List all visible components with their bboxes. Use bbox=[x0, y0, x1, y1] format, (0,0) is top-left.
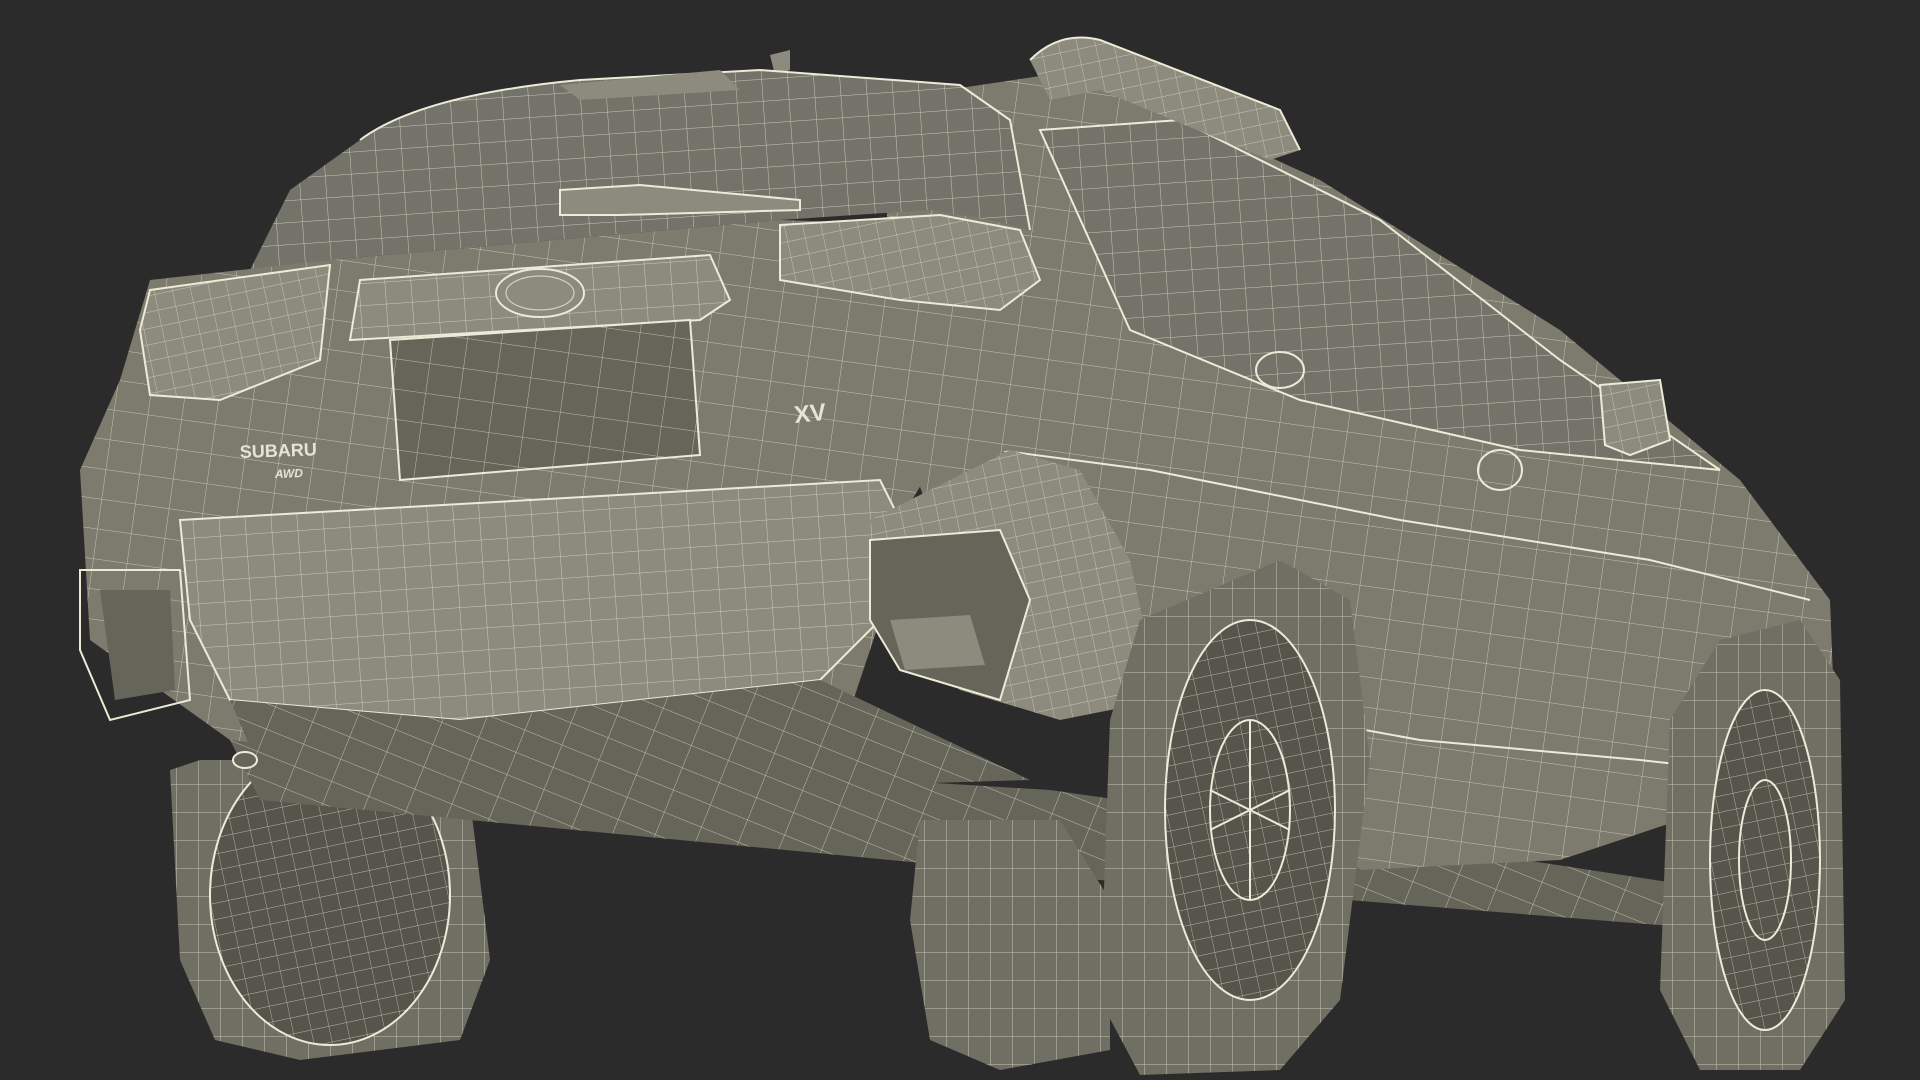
model-badge: XV bbox=[793, 399, 828, 429]
render-viewport: SUBARU AWD XV bbox=[0, 0, 1920, 1080]
brand-badge: SUBARU bbox=[239, 439, 317, 462]
rear-right-wheel bbox=[1100, 560, 1370, 1075]
awd-badge: AWD bbox=[274, 466, 304, 481]
wireframe-car-render: SUBARU AWD XV bbox=[79, 36, 1845, 1075]
license-plate-recess bbox=[388, 318, 702, 482]
subaru-oval-emblem-icon bbox=[495, 268, 585, 318]
side-mirror bbox=[1598, 378, 1672, 457]
rear-inner-tire bbox=[910, 820, 1110, 1070]
